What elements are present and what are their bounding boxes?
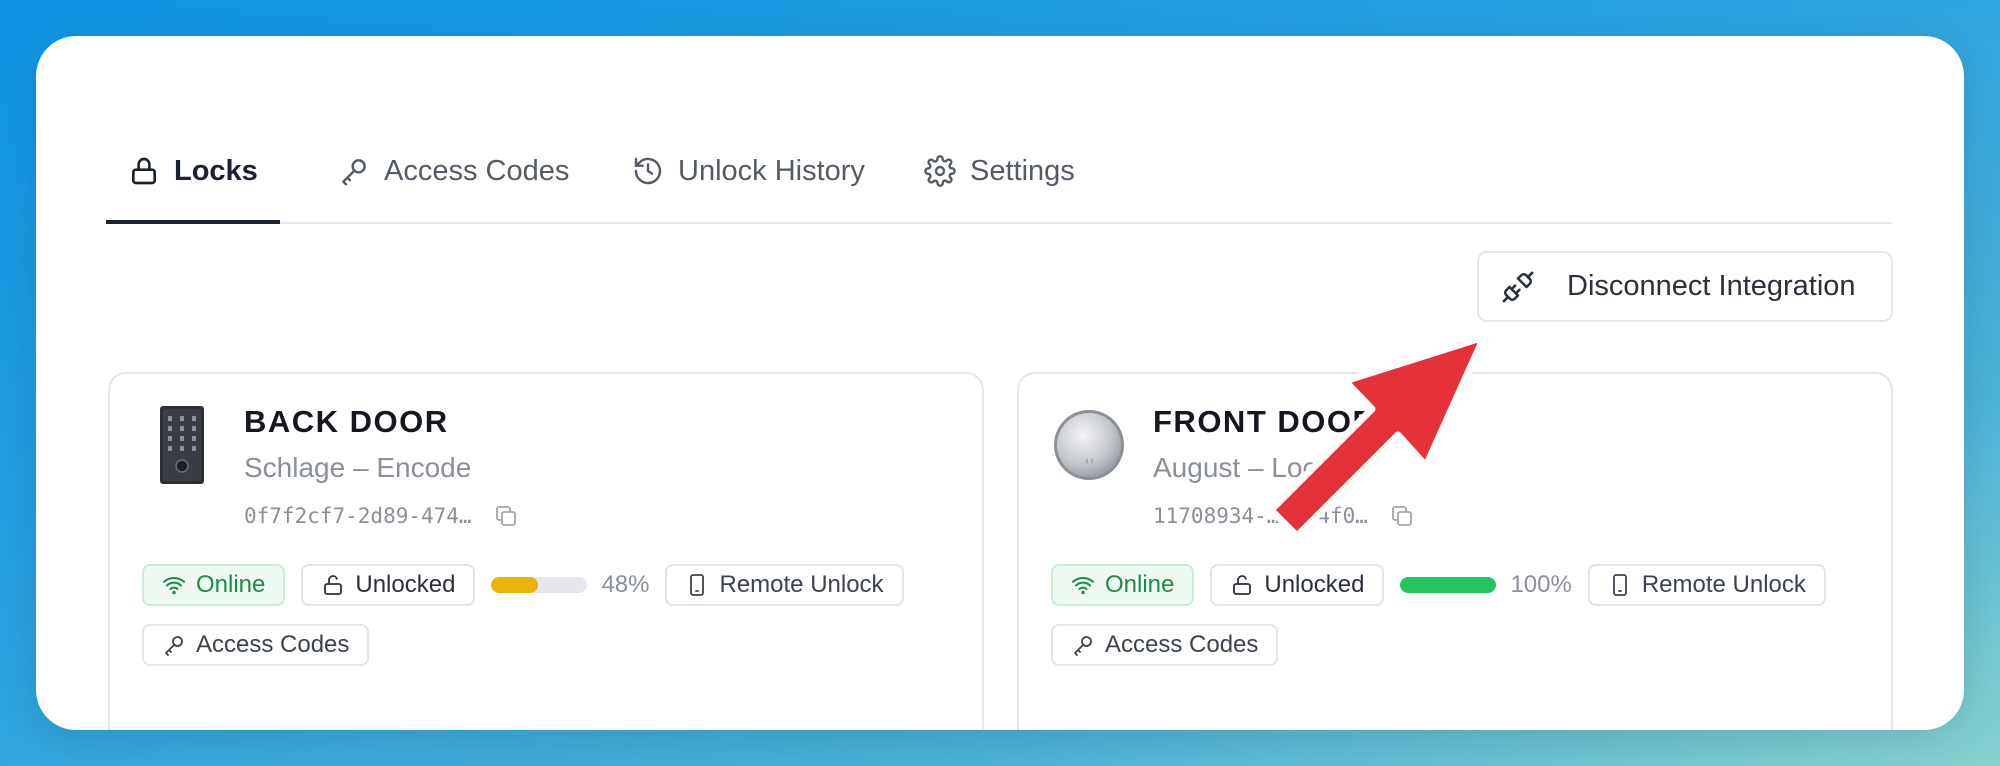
gear-icon [924, 155, 956, 187]
remote-unlock-label: Remote Unlock [1641, 571, 1806, 598]
remote-unlock-label: Remote Unlock [719, 571, 884, 598]
online-label: Online [196, 571, 266, 598]
battery-bar [491, 577, 588, 593]
status-row: Online Unlocked 100% Remote Unlock [1051, 564, 1842, 606]
tab-label: Unlock History [678, 154, 865, 187]
lock-card-back-door[interactable]: BACK DOOR Schlage – Encode 0f7f2cf7-2d89… [108, 372, 984, 730]
lock-state-label: Unlocked [355, 571, 456, 598]
access-codes-label: Access Codes [196, 631, 350, 658]
battery-percent: 48% [601, 571, 650, 598]
phone-icon [1612, 574, 1627, 596]
battery-indicator: 48% [491, 571, 649, 599]
unlock-icon [1233, 575, 1252, 595]
copy-icon[interactable] [1390, 504, 1414, 528]
battery-bar [1400, 577, 1497, 593]
unlock-icon [324, 575, 343, 595]
lock-integration-panel: Locks Access Codes Unlock History Settin… [36, 36, 1964, 730]
lock-id-text: 11708934-…c0-4f0… [1153, 504, 1368, 528]
action-row: Access Codes [1051, 624, 1294, 666]
status-row: Online Unlocked 48% Remote Unlock [142, 564, 920, 606]
tab-unlock-history[interactable]: Unlock History [632, 120, 865, 222]
key-icon [1074, 636, 1092, 656]
tab-settings[interactable]: Settings [924, 120, 1075, 222]
lock-card-front-door[interactable]: FRONT DOOR August – Lock 11708934-…c0-4f… [1017, 372, 1893, 730]
keypad-lock-image [160, 406, 204, 484]
lock-icon [132, 157, 156, 185]
lock-id-text: 0f7f2cf7-2d89-474… [244, 504, 472, 528]
plug-disconnect-icon [1502, 271, 1534, 302]
lock-state-badge: Unlocked [1210, 564, 1385, 606]
disconnect-integration-button[interactable]: Disconnect Integration [1477, 251, 1893, 322]
wifi-icon [1072, 577, 1094, 595]
lock-model: August – Lock [1153, 452, 1331, 483]
lock-state-label: Unlocked [1264, 571, 1365, 598]
lock-name: BACK DOOR [244, 404, 449, 439]
lock-model: Schlage – Encode [244, 452, 472, 483]
lock-id: 11708934-…c0-4f0… [1153, 504, 1414, 528]
key-icon [342, 159, 366, 186]
remote-unlock-button[interactable]: Remote Unlock [1587, 564, 1826, 606]
copy-icon[interactable] [494, 504, 518, 528]
tab-access-codes[interactable]: Access Codes [338, 120, 569, 222]
battery-percent: 100% [1510, 571, 1572, 598]
online-badge: Online [142, 564, 286, 606]
smart-lock-image [1054, 410, 1124, 480]
wifi-icon [163, 577, 185, 595]
online-label: Online [1105, 571, 1175, 598]
history-icon [634, 157, 662, 185]
battery-fill [1400, 577, 1497, 593]
lock-id: 0f7f2cf7-2d89-474… [244, 504, 518, 528]
access-codes-button[interactable]: Access Codes [142, 624, 370, 666]
phone-icon [690, 574, 705, 596]
lock-name: FRONT DOOR [1153, 404, 1377, 439]
tab-label: Locks [174, 154, 258, 187]
battery-fill [491, 577, 538, 593]
disconnect-label: Disconnect Integration [1567, 270, 1856, 302]
battery-indicator: 100% [1400, 571, 1572, 599]
tab-label: Access Codes [384, 154, 570, 187]
online-badge: Online [1051, 564, 1195, 606]
tab-locks[interactable]: Locks [106, 120, 280, 224]
action-row: Access Codes [142, 624, 385, 666]
key-icon [165, 636, 183, 656]
access-codes-button[interactable]: Access Codes [1051, 624, 1279, 666]
tab-label: Settings [970, 154, 1075, 187]
access-codes-label: Access Codes [1105, 631, 1259, 658]
remote-unlock-button[interactable]: Remote Unlock [665, 564, 904, 606]
lock-state-badge: Unlocked [301, 564, 476, 606]
tab-bar: Locks Access Codes Unlock History Settin… [106, 120, 1892, 224]
